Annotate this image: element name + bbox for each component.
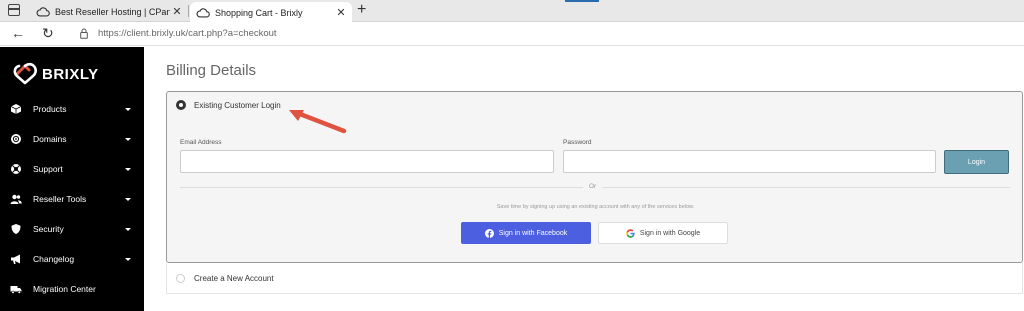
new-tab-button[interactable]: + — [357, 1, 366, 19]
truck-icon — [10, 283, 22, 295]
close-icon[interactable]: ✕ — [170, 5, 184, 18]
password-label: Password — [563, 139, 592, 146]
sidebar-item-products[interactable]: Products — [0, 94, 144, 124]
tab-shopping-cart[interactable]: Shopping Cart - Brixly ✕ — [190, 2, 352, 23]
sidebar-item-label: Reseller Tools — [33, 194, 87, 204]
address-bar: ← ↻ https://client.brixly.uk/cart.php?a=… — [0, 22, 1024, 46]
new-account-radio[interactable] — [176, 274, 185, 283]
google-button-label: Sign in with Google — [639, 229, 701, 237]
brixly-logo[interactable]: BRIXLY — [12, 62, 99, 86]
sidebar-item-changelog[interactable]: Changelog — [0, 244, 144, 274]
email-field[interactable] — [180, 150, 554, 173]
sidebar: BRIXLY Products Domains Support Reseller… — [0, 47, 144, 311]
megaphone-icon — [10, 253, 22, 265]
login-button[interactable]: Login — [944, 150, 1009, 174]
browser-tab-bar: Best Reseller Hosting | CPanel Re ✕ Shop… — [0, 0, 1024, 23]
new-account-panel: Create a New Account — [166, 263, 1023, 294]
new-account-label[interactable]: Create a New Account — [194, 274, 274, 283]
google-icon — [626, 228, 635, 238]
or-text: Or — [583, 183, 603, 190]
cube-icon — [10, 103, 22, 115]
close-icon[interactable]: ✕ — [334, 6, 348, 19]
annotation-arrow-icon — [289, 110, 347, 134]
sidebar-item-reseller-tools[interactable]: Reseller Tools — [0, 184, 144, 214]
google-signin-button[interactable]: Sign in with Google — [598, 222, 728, 244]
tab-title: Best Reseller Hosting | CPanel Re — [55, 6, 170, 17]
facebook-icon — [484, 228, 494, 238]
existing-customer-label[interactable]: Existing Customer Login — [194, 101, 281, 110]
email-label: Email Address — [180, 139, 222, 146]
tab-separator — [188, 5, 189, 17]
shield-icon — [10, 223, 22, 235]
tab-best-reseller-hosting[interactable]: Best Reseller Hosting | CPanel Re ✕ — [30, 1, 188, 22]
sidebar-item-migration-center[interactable]: Migration Center — [0, 274, 144, 304]
lock-icon[interactable] — [80, 28, 88, 39]
sidebar-item-label: Migration Center — [33, 284, 96, 294]
chevron-down-icon — [125, 167, 131, 171]
password-field[interactable] — [563, 150, 936, 173]
refresh-icon[interactable]: ↻ — [42, 26, 54, 40]
chevron-down-icon — [125, 257, 131, 261]
sidebar-item-label: Products — [33, 104, 67, 114]
sidebar-item-label: Security — [33, 224, 64, 234]
cloud-icon — [36, 6, 50, 17]
sidebar-item-security[interactable]: Security — [0, 214, 144, 244]
brixly-logo-icon — [13, 62, 37, 85]
facebook-signin-button[interactable]: Sign in with Facebook — [461, 222, 591, 244]
logo-text: BRIXLY — [42, 65, 99, 83]
social-login-hint: Save time by signing up using an existin… — [496, 204, 695, 210]
back-arrow-icon[interactable]: ← — [11, 26, 25, 40]
url-field[interactable]: https://client.brixly.uk/cart.php?a=chec… — [98, 28, 277, 39]
chevron-down-icon — [125, 197, 131, 201]
tab-title: Shopping Cart - Brixly — [215, 7, 303, 18]
cloud-icon — [196, 7, 210, 18]
page-title: Billing Details — [166, 62, 257, 79]
chevron-down-icon — [125, 137, 131, 141]
users-icon — [10, 193, 22, 205]
globe-icon — [10, 133, 22, 145]
chevron-down-icon — [125, 107, 131, 111]
sidebar-item-label: Domains — [33, 134, 67, 144]
main-content: Billing Details Existing Customer Login … — [144, 47, 1024, 311]
sidebar-item-label: Changelog — [33, 254, 75, 264]
lifebuoy-icon — [10, 163, 22, 175]
chevron-down-icon — [125, 227, 131, 231]
sidebar-item-support[interactable]: Support — [0, 154, 144, 184]
sidebar-item-domains[interactable]: Domains — [0, 124, 144, 154]
existing-customer-radio[interactable] — [176, 100, 186, 110]
tab-actions-icon[interactable] — [8, 4, 20, 16]
sidebar-item-label: Support — [33, 164, 63, 174]
facebook-button-label: Sign in with Facebook — [498, 229, 568, 237]
window-accent — [565, 0, 599, 2]
